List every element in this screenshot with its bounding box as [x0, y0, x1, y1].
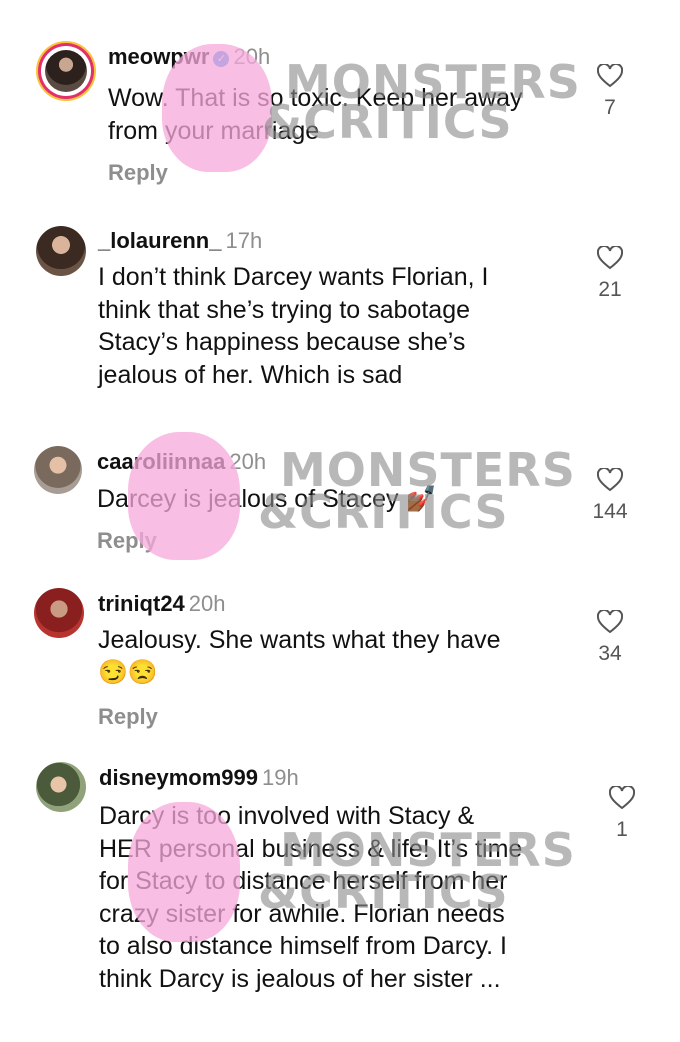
timestamp: 17h — [225, 228, 263, 253]
avatar[interactable] — [41, 46, 91, 96]
avatar[interactable] — [36, 762, 86, 812]
comment-text: Darcy is too involved with Stacy & HER p… — [99, 802, 523, 993]
avatar[interactable] — [36, 226, 86, 276]
emoji: 😏😒 — [98, 658, 158, 686]
timestamp: 20h — [229, 449, 267, 474]
like-count: 7 — [604, 96, 616, 119]
comment-item: disneymom999 19h Darcy is too involved wi… — [0, 752, 680, 1032]
reply-button[interactable]: Reply — [97, 528, 157, 554]
heart-icon[interactable] — [597, 468, 623, 492]
username[interactable]: _lolaurenn_ — [98, 228, 221, 253]
verified-badge-icon: ✓ — [213, 51, 230, 67]
comment-item: _lolaurenn_ 17h I don’t think Darcey want… — [0, 220, 680, 400]
avatar[interactable] — [34, 446, 82, 494]
comment-item: caaroliinnaa 20h Darcey is jealous of Sta… — [0, 440, 680, 570]
heart-icon[interactable] — [609, 786, 635, 810]
like-count: 1 — [616, 818, 628, 841]
username[interactable]: meowpwr — [108, 44, 209, 69]
avatar[interactable] — [34, 588, 84, 638]
comment-item: triniqt24 20h Jealousy. She wants what th… — [0, 580, 680, 740]
username[interactable]: triniqt24 — [98, 591, 185, 616]
like-count: 144 — [592, 500, 628, 523]
heart-icon[interactable] — [597, 64, 623, 88]
comment-text: Darcey is jealous of Stacey 💅🏾 — [97, 485, 437, 513]
like-count: 21 — [598, 278, 622, 301]
like-count: 34 — [598, 642, 622, 665]
heart-icon[interactable] — [597, 610, 623, 634]
comment-item: meowpwr ✓ 20h Wow. That is so toxic. Keep … — [0, 0, 680, 200]
comment-text: Wow. That is so toxic. Keep her away fro… — [108, 84, 523, 145]
timestamp: 19h — [261, 765, 299, 790]
comment-text: I don’t think Darcey wants Florian, I th… — [98, 263, 489, 389]
timestamp: 20h — [233, 44, 271, 69]
timestamp: 20h — [188, 591, 226, 616]
username[interactable]: disneymom999 — [99, 765, 258, 790]
heart-icon[interactable] — [597, 246, 623, 270]
reply-button[interactable]: Reply — [98, 704, 158, 730]
reply-button[interactable]: Reply — [108, 160, 168, 186]
username[interactable]: caaroliinnaa — [97, 449, 225, 474]
comment-text: Jealousy. She wants what they have 😏😒 — [98, 624, 501, 689]
